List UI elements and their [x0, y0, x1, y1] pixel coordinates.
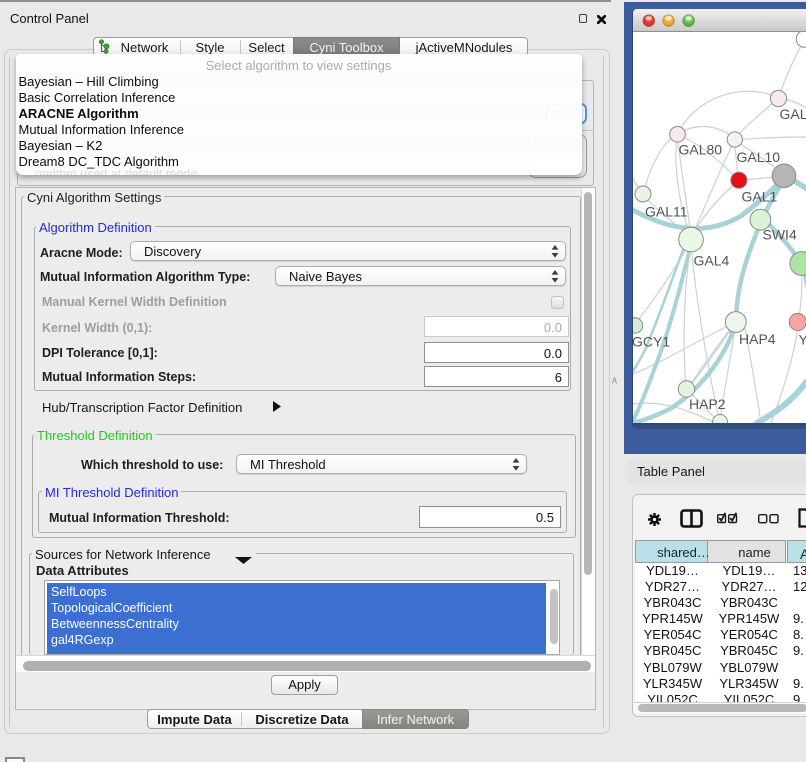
svg-text:Y: Y [799, 332, 806, 348]
svg-text:GAL: GAL [780, 106, 806, 122]
svg-text:GAL1: GAL1 [742, 189, 778, 205]
svg-text:GAL10: GAL10 [737, 149, 781, 165]
svg-text:SWI4: SWI4 [763, 227, 797, 243]
svg-text:GCY1: GCY1 [633, 334, 670, 350]
svg-text:GAL4: GAL4 [694, 253, 730, 269]
svg-text:GAL80: GAL80 [679, 142, 723, 158]
svg-text:HAP2: HAP2 [689, 396, 726, 412]
svg-text:HAP4: HAP4 [739, 331, 776, 347]
svg-text:GAL11: GAL11 [645, 204, 688, 220]
